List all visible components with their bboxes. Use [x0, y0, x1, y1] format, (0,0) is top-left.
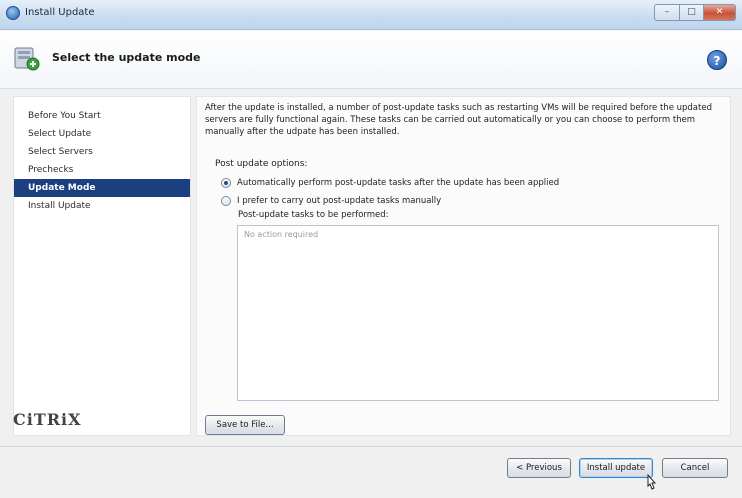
post-update-tasks-list[interactable]: No action required — [237, 225, 719, 401]
intro-text: After the update is installed, a number … — [205, 103, 712, 137]
title-bar: Install Update – □ ✕ — [0, 0, 742, 30]
auto-tasks-label[interactable]: Automatically perform post-update tasks … — [237, 178, 559, 188]
previous-button[interactable]: < Previous — [507, 458, 571, 478]
wizard-steps-nav: Before You Start Select Update Select Se… — [13, 96, 191, 436]
install-update-window: Install Update – □ ✕ Select the update m… — [0, 0, 742, 498]
page-title: Select the update mode — [52, 51, 201, 64]
radio-auto-tasks[interactable] — [221, 178, 231, 188]
update-wizard-icon — [14, 47, 40, 71]
manual-tasks-label[interactable]: I prefer to carry out post-update tasks … — [237, 196, 441, 206]
nav-item-select-servers[interactable]: Select Servers — [14, 143, 190, 161]
help-icon[interactable]: ? — [707, 50, 727, 70]
app-icon — [6, 6, 20, 20]
post-update-tasks-label: Post-update tasks to be performed: — [238, 210, 389, 220]
window-controls: – □ ✕ — [654, 4, 736, 21]
main-content: After the update is installed, a number … — [196, 96, 731, 436]
wizard-header: Select the update mode ? — [0, 31, 742, 89]
footer-divider — [0, 446, 742, 447]
nav-item-update-mode[interactable]: Update Mode — [14, 179, 190, 197]
save-to-file-button[interactable]: Save to File... — [205, 415, 285, 435]
close-button[interactable]: ✕ — [704, 4, 736, 21]
manual-tasks-option[interactable]: I prefer to carry out post-update tasks … — [221, 194, 441, 208]
post-update-options-label: Post update options: — [215, 159, 308, 169]
nav-item-prechecks[interactable]: Prechecks — [14, 161, 190, 179]
radio-manual-tasks[interactable] — [221, 196, 231, 206]
nav-item-install-update[interactable]: Install Update — [14, 197, 190, 215]
mouse-cursor-icon — [647, 474, 656, 490]
nav-item-select-update[interactable]: Select Update — [14, 125, 190, 143]
auto-tasks-option[interactable]: Automatically perform post-update tasks … — [221, 176, 559, 190]
minimize-button[interactable]: – — [654, 4, 680, 21]
install-update-button[interactable]: Install update — [579, 458, 653, 478]
cancel-button[interactable]: Cancel — [662, 458, 728, 478]
maximize-button[interactable]: □ — [680, 4, 704, 21]
citrix-logo: CiTRiX — [13, 410, 82, 429]
nav-item-before-you-start[interactable]: Before You Start — [14, 107, 190, 125]
tasks-placeholder: No action required — [244, 230, 319, 239]
window-title: Install Update — [25, 7, 95, 18]
